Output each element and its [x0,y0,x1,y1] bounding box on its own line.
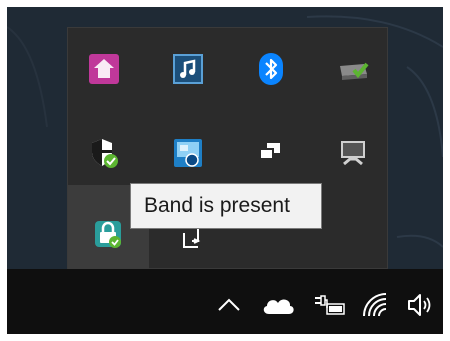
show-hidden-icons-chevron[interactable] [215,291,243,319]
notification-overflow-flyout [67,27,388,270]
desktop-background: Band is present [7,7,443,334]
wifi-icon[interactable] [359,291,393,319]
pink-house-app-icon[interactable] [86,51,122,87]
music-note-icon[interactable] [170,51,206,87]
tooltip-text: Band is present [144,194,290,217]
battery-plug-icon[interactable] [312,291,348,319]
intel-graphics-icon[interactable] [170,135,206,171]
taskbar [7,269,443,334]
monitor-icon[interactable] [335,135,371,171]
network-printer-check-icon[interactable] [335,51,371,87]
band-lock-icon[interactable] [90,216,126,252]
onedrive-cloud-icon[interactable] [260,291,296,319]
security-shield-check-icon[interactable] [86,135,122,171]
bluetooth-icon[interactable] [253,51,289,87]
display-switch-icon[interactable] [253,135,289,171]
volume-icon[interactable] [404,291,438,319]
tooltip: Band is present [130,183,322,229]
